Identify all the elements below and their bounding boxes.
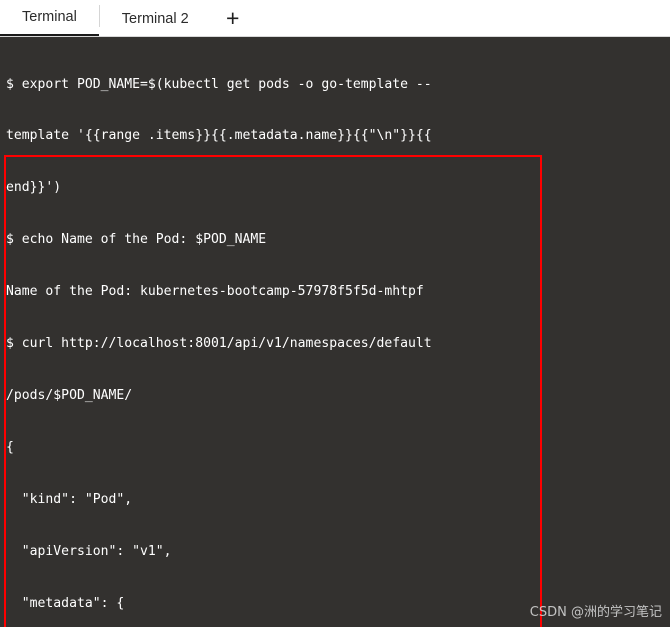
tab-terminal-1[interactable]: Terminal — [0, 0, 99, 36]
terminal-line: Name of the Pod: kubernetes-bootcamp-579… — [6, 284, 424, 300]
tab-bar: Terminal Terminal 2 + — [0, 0, 670, 37]
tab-label: Terminal — [22, 8, 77, 25]
terminal-line: end}}') — [6, 180, 62, 196]
terminal-line: $ echo Name of the Pod: $POD_NAME — [6, 232, 267, 248]
terminal-line: $ export POD_NAME=$(kubectl get pods -o … — [6, 76, 432, 92]
terminal-line: /pods/$POD_NAME/ — [6, 387, 133, 403]
new-tab-button[interactable]: + — [211, 1, 255, 36]
terminal-line: "kind": "Pod", — [6, 491, 133, 507]
terminal-line: $ curl http://localhost:8001/api/v1/name… — [6, 336, 432, 352]
watermark-text: CSDN @洲的学习笔记 — [529, 604, 662, 620]
terminal-line: "apiVersion": "v1", — [6, 543, 172, 559]
tab-label: Terminal 2 — [121, 10, 189, 27]
terminal-output[interactable]: $ export POD_NAME=$(kubectl get pods -o … — [0, 37, 670, 627]
plus-icon: + — [225, 5, 240, 31]
terminal-window: Terminal Terminal 2 + $ export POD_NAME=… — [0, 0, 670, 627]
tab-terminal-2[interactable]: Terminal 2 — [99, 1, 211, 36]
terminal-line: { — [6, 439, 14, 455]
terminal-line: template '{{range .items}}{{.metadata.na… — [6, 128, 432, 144]
